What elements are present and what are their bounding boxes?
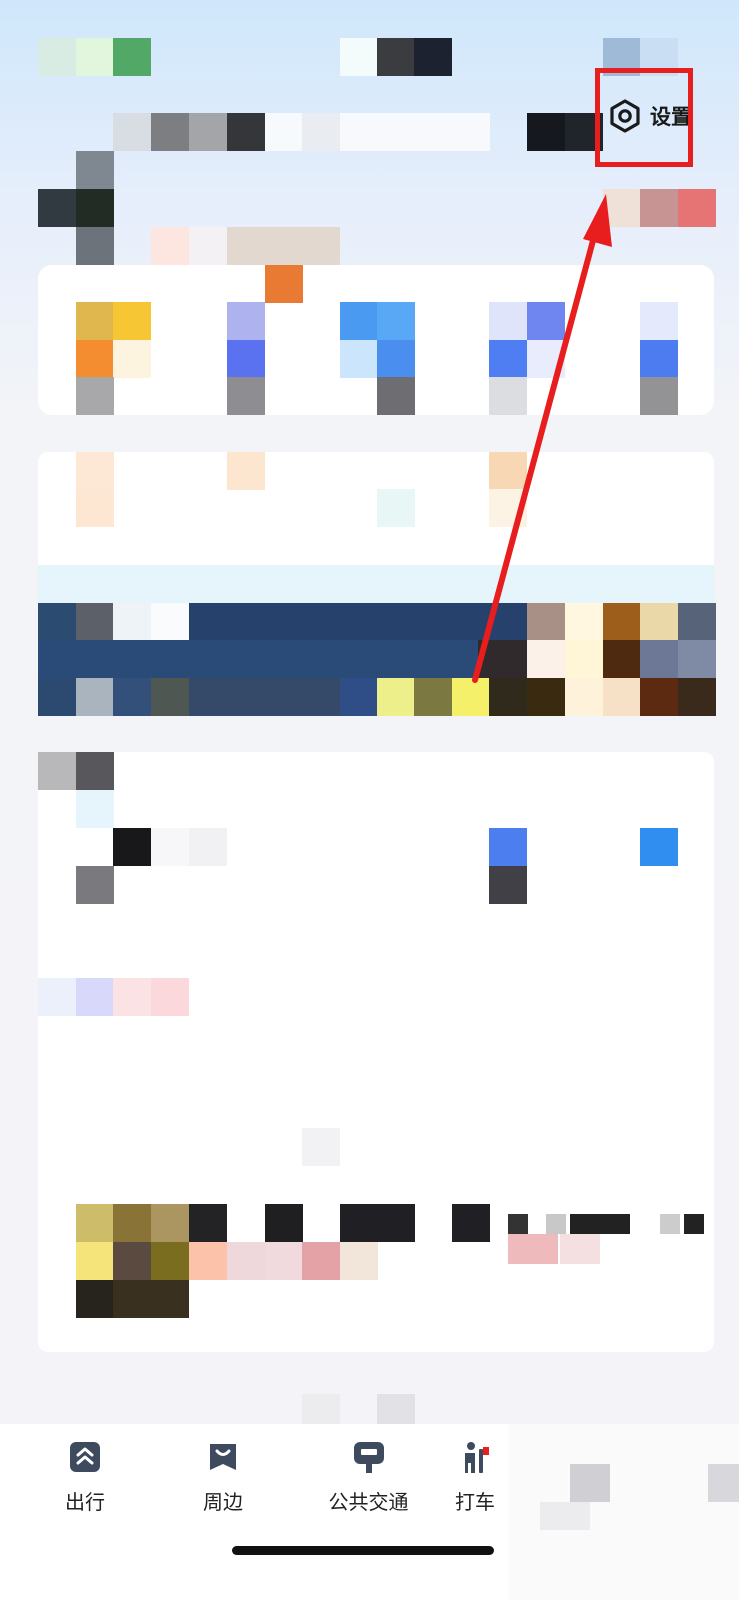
settings-label: 设置 xyxy=(650,105,692,129)
nav-label-travel: 出行 xyxy=(65,1490,105,1514)
nav-item-travel[interactable]: 出行 xyxy=(30,1438,140,1515)
travel-chevrons-icon xyxy=(67,1438,103,1476)
nav-item-taxi[interactable]: 打车 xyxy=(440,1438,510,1515)
settings-button[interactable]: 设置 xyxy=(608,96,692,136)
nav-item-public-transit[interactable]: 公共交通 xyxy=(306,1438,431,1515)
app-screen: 设置 出行 周边 公共交通 打车 xyxy=(0,0,739,1600)
bottom-navigation: 出行 周边 公共交通 打车 xyxy=(0,1424,739,1600)
nav-item-nearby[interactable]: 周边 xyxy=(168,1438,278,1515)
nav-label-taxi: 打车 xyxy=(455,1490,495,1514)
bus-stop-icon xyxy=(351,1438,387,1476)
gear-hexagon-icon xyxy=(608,99,642,133)
nav-label-nearby: 周边 xyxy=(203,1490,243,1514)
nav-label-public-transit: 公共交通 xyxy=(328,1490,409,1514)
home-indicator[interactable] xyxy=(232,1546,494,1555)
taxi-person-icon xyxy=(457,1438,493,1476)
nearby-bag-icon xyxy=(205,1438,241,1476)
